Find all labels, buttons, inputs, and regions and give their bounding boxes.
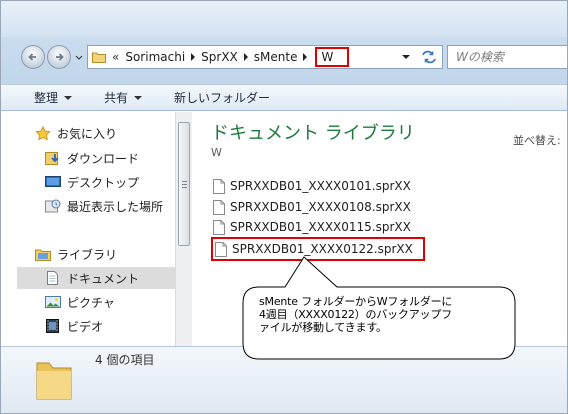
file-icon	[215, 241, 227, 257]
nav-item-favorites[interactable]: お気に入り	[35, 122, 117, 144]
file-name: SPRXXDB01_XXXX0108.sprXX	[230, 200, 411, 214]
desktop-icon	[45, 176, 61, 187]
file-item[interactable]: SPRXXDB01_XXXX0115.sprXX	[213, 217, 411, 237]
breadcrumb-sorimachi[interactable]: Sorimachi	[125, 50, 185, 64]
file-item[interactable]: SPRXXDB01_XXXX0108.sprXX	[213, 197, 411, 217]
chevron-down-icon	[134, 95, 143, 100]
nav-item-label: ライブラリ	[57, 247, 118, 262]
command-bar: 整理 共有 新しいフォルダー	[1, 84, 567, 111]
file-icon	[213, 219, 225, 235]
downloads-folder-icon	[45, 152, 59, 165]
breadcrumb-chevron-icon[interactable]	[191, 53, 196, 61]
nav-item-label: ドキュメント	[67, 271, 140, 286]
folder-icon	[36, 362, 72, 400]
breadcrumb-chevron-icon[interactable]	[303, 53, 308, 61]
address-bar[interactable]: « Sorimachi SprXX sMente W	[87, 45, 443, 69]
share-menu-button[interactable]: 共有	[104, 89, 143, 106]
library-subtitle: W	[211, 146, 222, 159]
nav-item-label: 最近表示した場所	[67, 199, 164, 214]
nav-item-videos[interactable]: ビデオ	[45, 315, 103, 337]
file-name: SPRXXDB01_XXXX0122.sprXX	[232, 242, 413, 256]
callout-text: sMente フォルダーからWフォルダーに 4週目（XXXX0122）のバックア…	[259, 295, 519, 334]
recent-pages-chevron-icon[interactable]	[75, 54, 83, 62]
refresh-icon[interactable]	[420, 49, 438, 65]
chevron-down-icon	[64, 95, 73, 100]
new-folder-button[interactable]: 新しいフォルダー	[174, 89, 270, 106]
nav-item-documents[interactable]: ドキュメント	[17, 267, 175, 289]
nav-item-label: デスクトップ	[67, 175, 140, 190]
nav-item-label: ビデオ	[67, 319, 104, 334]
address-history-chevron-icon[interactable]	[402, 55, 410, 59]
explorer-window: « Sorimachi SprXX sMente W 整理 共有 新しいフォルダ…	[0, 0, 568, 414]
window-frame-top	[1, 1, 567, 84]
nav-item-label: ピクチャ	[67, 295, 115, 310]
nav-item-recent-places[interactable]: 最近表示した場所	[45, 195, 163, 217]
navigation-pane: お気に入り ダウンロード デスクトップ 最近表示した場所 ライブラリ ドキュメン…	[1, 112, 187, 346]
search-box[interactable]	[447, 45, 567, 69]
navigation-scrollbar[interactable]	[175, 112, 192, 346]
libraries-icon	[35, 249, 51, 261]
arrow-right-icon	[56, 53, 64, 61]
item-count: 4 個の項目	[95, 353, 155, 367]
new-folder-label: 新しいフォルダー	[174, 91, 271, 105]
sort-by-control[interactable]: 並べ替え:	[513, 132, 561, 148]
pictures-icon	[45, 296, 61, 308]
documents-icon	[47, 271, 58, 285]
file-icon	[213, 178, 225, 194]
nav-item-downloads[interactable]: ダウンロード	[45, 147, 139, 169]
search-input[interactable]	[448, 46, 567, 68]
nav-item-pictures[interactable]: ピクチャ	[45, 291, 115, 313]
forward-button[interactable]	[47, 45, 71, 69]
breadcrumb-chevron-icon[interactable]	[243, 53, 248, 61]
organize-menu-button[interactable]: 整理	[34, 89, 73, 106]
breadcrumb-overflow[interactable]: «	[112, 50, 119, 64]
back-button[interactable]	[21, 45, 45, 69]
star-icon	[35, 126, 51, 140]
file-item-highlighted[interactable]: SPRXXDB01_XXXX0122.sprXX	[211, 237, 425, 261]
share-label: 共有	[104, 91, 129, 105]
arrow-left-icon	[28, 53, 36, 61]
details-pane: 4 個の項目	[1, 346, 567, 413]
file-item[interactable]: SPRXXDB01_XXXX0101.sprXX	[213, 176, 411, 196]
recent-places-icon	[45, 199, 61, 213]
videos-icon	[46, 319, 59, 333]
nav-item-desktop[interactable]: デスクトップ	[45, 171, 139, 193]
nav-item-label: ダウンロード	[67, 151, 140, 166]
breadcrumb-sprxx[interactable]: SprXX	[201, 50, 238, 64]
breadcrumb-smente[interactable]: sMente	[254, 50, 298, 64]
nav-item-label: お気に入り	[57, 126, 118, 141]
folder-icon	[92, 52, 106, 63]
file-name: SPRXXDB01_XXXX0115.sprXX	[230, 220, 411, 234]
library-title: ドキュメント ライブラリ	[211, 123, 415, 144]
scrollbar-thumb[interactable]	[178, 122, 190, 246]
organize-label: 整理	[34, 91, 59, 105]
file-icon	[213, 199, 225, 215]
breadcrumb-current-folder[interactable]: W	[315, 47, 350, 67]
nav-item-libraries[interactable]: ライブラリ	[35, 243, 117, 265]
file-name: SPRXXDB01_XXXX0101.sprXX	[230, 179, 411, 193]
callout-line: 4週目（XXXX0122）のバックアップフ	[259, 308, 452, 321]
callout-line: sMente フォルダーからWフォルダーに	[259, 295, 453, 308]
callout-line: ァイルが移動してきます。	[259, 321, 387, 334]
